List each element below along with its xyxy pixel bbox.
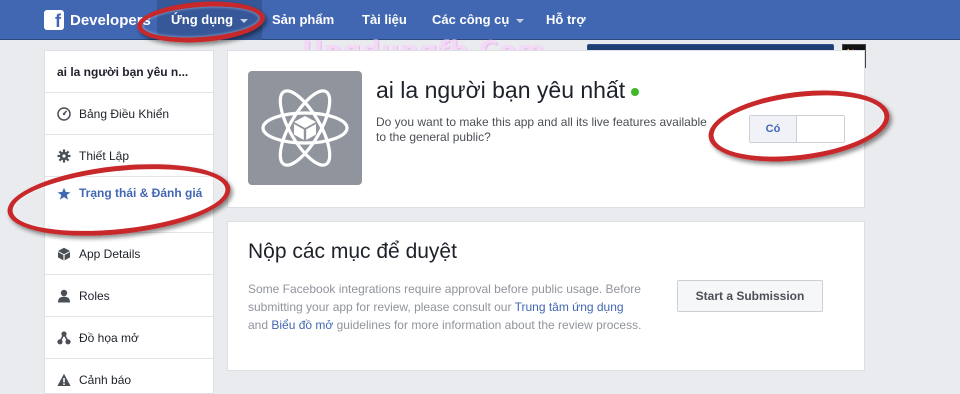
app-icon [248, 71, 362, 185]
sidebar-item-dashboard[interactable]: Bảng Điều Khiển [45, 93, 213, 135]
nav-docs[interactable]: Tài liệu [362, 0, 407, 40]
sidebar-item-settings[interactable]: Thiết Lập [45, 135, 213, 177]
submission-title: Nộp các mục để duyệt [248, 240, 457, 263]
submission-text-3: guidelines for more information about th… [333, 318, 642, 332]
dashboard-icon [57, 107, 71, 121]
app-live-card: ai la người bạn yêu nhất Do you want to … [227, 50, 865, 208]
app-name-text: ai la người bạn yêu nhất [376, 77, 626, 103]
star-icon [57, 187, 71, 200]
open-graph-link[interactable]: Biểu đồ mở [271, 318, 333, 332]
nav-products[interactable]: Sản phẩm [272, 0, 334, 40]
app-sidebar: ai la người bạn yêu n... Bảng Điều Khiển… [44, 50, 214, 394]
cube-icon [58, 247, 70, 261]
share-graph-icon [57, 331, 71, 345]
sidebar-item-label: Đồ họa mở [79, 330, 139, 345]
nav-support[interactable]: Hỗ trợ [546, 0, 586, 40]
live-question-text: Do you want to make this app and all its… [376, 115, 707, 144]
sidebar-item-status-review[interactable]: Trạng thái & Đánh giá [45, 177, 213, 233]
brand-label: Developers [70, 11, 151, 29]
warning-icon [57, 373, 71, 386]
start-submission-button[interactable]: Start a Submission [677, 280, 823, 312]
chevron-down-icon [240, 18, 249, 23]
nav-docs-label: Tài liệu [362, 12, 407, 27]
live-toggle[interactable]: Có [749, 115, 845, 143]
toggle-yes-label[interactable]: Có [750, 116, 797, 142]
sidebar-item-label: Roles [79, 288, 110, 303]
submission-card: Nộp các mục để duyệt Some Facebook integ… [227, 221, 865, 371]
sidebar-item-open-graph[interactable]: Đồ họa mở [45, 317, 213, 359]
chevron-down-icon [516, 18, 525, 23]
nav-products-label: Sản phẩm [272, 12, 335, 27]
nav-tools-label: Các công cụ [432, 12, 510, 27]
submission-description: Some Facebook integrations require appro… [248, 280, 643, 334]
sidebar-item-roles[interactable]: Roles [45, 275, 213, 317]
sidebar-item-alerts[interactable]: Cảnh báo [45, 359, 213, 394]
gear-icon [57, 149, 71, 163]
facebook-logo-icon: f [44, 10, 64, 30]
developers-brand[interactable]: f Developers [44, 10, 151, 30]
sidebar-item-label: App Details [79, 246, 141, 261]
sidebar-app-title[interactable]: ai la người bạn yêu n... [45, 51, 213, 93]
person-icon [58, 289, 70, 303]
sidebar-item-label: Thiết Lập [79, 148, 130, 163]
app-center-link[interactable]: Trung tâm ứng dụng [515, 300, 624, 314]
sidebar-item-label: Cảnh báo [79, 372, 132, 387]
app-name-heading: ai la người bạn yêu nhất [376, 77, 640, 104]
submission-text-2: and [248, 318, 272, 332]
sidebar-item-label: Trạng thái & Đánh giá [79, 186, 203, 200]
nav-apps-label: Ứng dụng [171, 12, 234, 27]
top-navigation-bar: f Developers Ứng dụng Sản phẩm Tài liệu … [0, 0, 960, 40]
nav-apps[interactable]: Ứng dụng [157, 0, 263, 40]
nav-tools[interactable]: Các công cụ [432, 0, 525, 40]
sidebar-item-label: Bảng Điều Khiển [79, 106, 170, 121]
atom-icon [261, 89, 349, 167]
live-status-dot [631, 87, 640, 96]
sidebar-item-app-details[interactable]: App Details [45, 233, 213, 275]
toggle-off-side[interactable] [797, 116, 844, 142]
nav-support-label: Hỗ trợ [546, 12, 586, 27]
